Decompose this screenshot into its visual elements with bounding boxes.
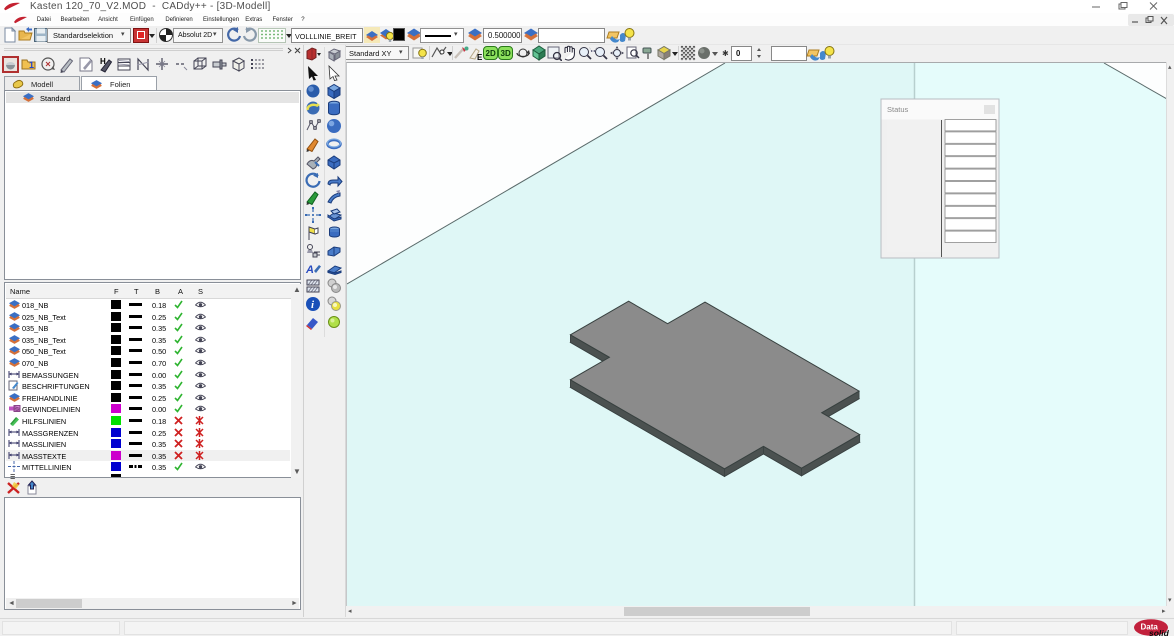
svg-text:1: 1	[29, 60, 34, 70]
svg-text:solid: solid	[1149, 628, 1170, 636]
svg-text:Status: Status	[887, 105, 909, 114]
svg-text:A: A	[305, 264, 314, 276]
